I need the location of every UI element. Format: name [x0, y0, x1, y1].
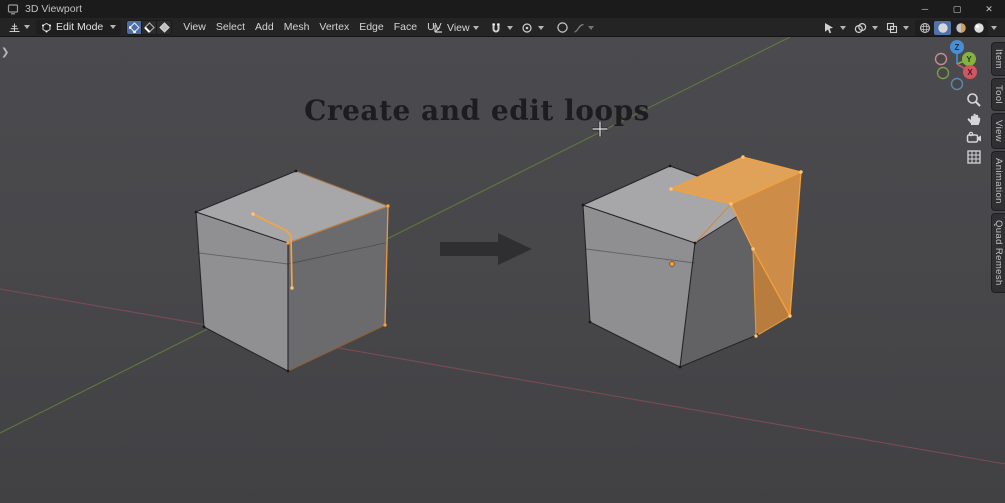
mode-dropdown[interactable]: Edit Mode: [36, 19, 122, 35]
show-overlays-toggle[interactable]: [852, 21, 869, 35]
editor-app-icon: [7, 3, 19, 15]
header-menubar: View Select Add Mesh Vertex Edge Face UV: [178, 19, 446, 35]
minimize-button[interactable]: ─: [909, 0, 941, 18]
window-titlebar: 3D Viewport ─ ▢ ✕: [0, 0, 1005, 18]
header-right-group: [821, 18, 997, 37]
edit-mode-icon: [42, 22, 51, 32]
gizmo-neg-x-ball[interactable]: [934, 52, 948, 66]
gizmo-dropdown[interactable]: [840, 25, 846, 30]
vertex-select-button[interactable]: [127, 20, 142, 34]
snap-settings-dropdown[interactable]: [506, 25, 513, 30]
menu-select[interactable]: Select: [211, 19, 250, 35]
sidebar-tab-tool[interactable]: Tool: [991, 78, 1005, 112]
gizmo-neg-z-ball[interactable]: [950, 77, 964, 91]
gizmo-z-label: Z: [955, 43, 960, 52]
left-cube[interactable]: [194, 169, 390, 373]
chevron-down-icon: [24, 25, 30, 29]
snap-target-icon: [521, 22, 532, 33]
sidebar-tab-view[interactable]: View: [991, 113, 1005, 150]
xray-icon: [886, 22, 898, 33]
chevron-down-icon: [587, 25, 594, 30]
grid-ortho-icon: [967, 150, 981, 164]
sidebar-tab-quad-remesh[interactable]: Quad Remesh: [991, 213, 1005, 293]
overlays-dropdown[interactable]: [872, 25, 878, 30]
zoom-icon: [967, 93, 981, 107]
gizmo-pointer-icon: [825, 22, 833, 33]
window-title: 3D Viewport: [25, 3, 83, 15]
snap-with-dropdown[interactable]: [537, 25, 544, 30]
transition-arrow: [440, 233, 532, 265]
proportional-circle-icon: [556, 22, 568, 33]
shading-solid-button[interactable]: [934, 20, 951, 35]
shading-mode-group: [915, 19, 988, 36]
shading-dropdown[interactable]: [991, 25, 997, 30]
shading-material-button[interactable]: [952, 21, 969, 35]
orientation-icon: [434, 24, 442, 33]
viewport-canvas[interactable]: Create and edit loops Z Y X Item Tool Vi…: [0, 37, 1005, 503]
edge-select-button[interactable]: [142, 20, 157, 34]
x-axis-line: [0, 288, 1005, 465]
proportional-falloff-dropdown[interactable]: [571, 21, 596, 35]
camera-view-button[interactable]: [964, 129, 984, 147]
mode-label: Edit Mode: [56, 21, 104, 33]
editor-type-icon: [9, 23, 20, 32]
mouse-cursor: [591, 120, 609, 143]
shading-rendered-button[interactable]: [970, 21, 987, 35]
xray-dropdown[interactable]: [903, 25, 909, 30]
menu-add[interactable]: Add: [250, 19, 279, 35]
object-origin-dot: [669, 261, 675, 267]
sidebar-tab-strip: Item Tool View Animation Quad Remesh: [991, 42, 1005, 293]
right-cube[interactable]: [581, 155, 803, 369]
pan-hand-icon: [967, 113, 981, 125]
edge-select-icon: [144, 21, 155, 33]
face-select-icon: [159, 21, 170, 33]
show-gizmo-toggle[interactable]: [821, 21, 837, 35]
menu-mesh[interactable]: Mesh: [279, 19, 315, 35]
proportional-editing-toggle[interactable]: [554, 20, 571, 35]
select-mode-group: [126, 19, 173, 35]
face-select-button[interactable]: [157, 20, 172, 34]
falloff-curve-icon: [573, 23, 584, 33]
viewport-header: Edit Mode View Select Add Mesh Vertex Ed…: [0, 18, 1005, 37]
pan-button[interactable]: [964, 110, 984, 128]
overlays-icon: [854, 22, 867, 33]
gizmo-x-label: X: [967, 68, 973, 77]
maximize-button[interactable]: ▢: [941, 0, 973, 18]
camera-icon: [966, 131, 981, 143]
snap-magnet-toggle[interactable]: [488, 21, 504, 35]
snap-magnet-icon: [491, 22, 500, 32]
shading-wireframe-icon: [919, 22, 930, 33]
sidebar-tab-animation[interactable]: Animation: [991, 151, 1005, 211]
gizmo-y-label: Y: [966, 55, 972, 64]
transform-orientation-dropdown[interactable]: View: [429, 20, 482, 36]
menu-edge[interactable]: Edge: [354, 19, 389, 35]
xray-toggle[interactable]: [884, 21, 900, 35]
shading-wireframe-button[interactable]: [916, 21, 933, 35]
orientation-label: View: [447, 21, 470, 34]
perspective-grid-button[interactable]: [964, 148, 984, 166]
gizmo-neg-y-ball[interactable]: [936, 66, 950, 80]
shading-material-icon: [955, 22, 966, 33]
chevron-down-icon: [472, 25, 479, 30]
menu-vertex[interactable]: Vertex: [314, 19, 354, 35]
scene-caption-text[interactable]: Create and edit loops: [252, 94, 702, 127]
close-button[interactable]: ✕: [973, 0, 1005, 18]
shading-solid-icon: [937, 22, 948, 33]
toolbar-expand-arrow[interactable]: ❯: [1, 47, 9, 58]
zoom-button[interactable]: [964, 91, 984, 109]
chevron-down-icon: [110, 25, 117, 29]
menu-view[interactable]: View: [178, 19, 211, 35]
menu-face[interactable]: Face: [389, 19, 422, 35]
snap-with-button[interactable]: [519, 21, 535, 35]
editor-type-button[interactable]: [5, 20, 33, 35]
shading-rendered-icon: [973, 22, 984, 33]
sidebar-tab-item[interactable]: Item: [991, 42, 1005, 77]
vertex-select-icon: [128, 21, 140, 33]
header-center-group: View: [429, 18, 596, 37]
blender-window: 3D Viewport ─ ▢ ✕ Edit Mode View Select …: [0, 0, 1005, 503]
